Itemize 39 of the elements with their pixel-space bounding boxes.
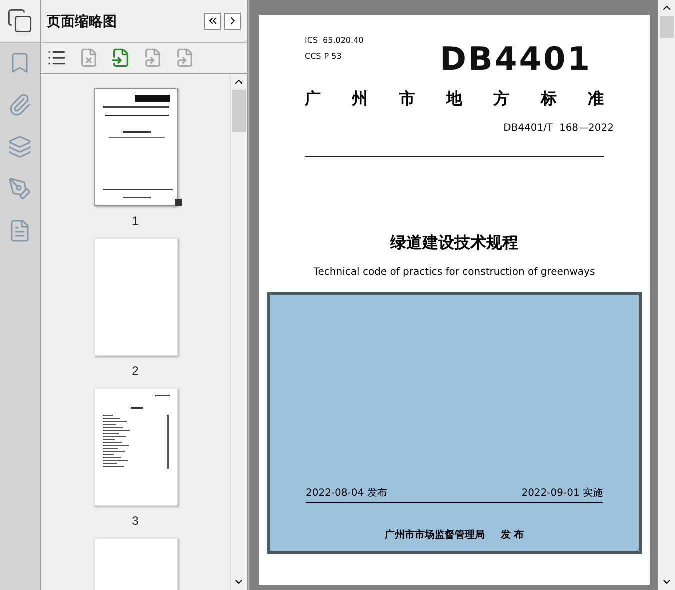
panel-title: 页面缩略图 xyxy=(47,12,118,30)
pen-icon[interactable] xyxy=(8,177,32,201)
issuer: 广州市市场监督管理局 xyxy=(384,528,485,543)
paperclip-icon[interactable] xyxy=(8,93,32,117)
collapse-button[interactable] xyxy=(204,12,221,30)
issuer-action: 发 布 xyxy=(500,528,524,543)
standard-type-character: 州 xyxy=(352,88,368,110)
extract-page-icon[interactable] xyxy=(175,48,195,68)
page-number: 2 xyxy=(132,363,139,380)
pages-icon[interactable] xyxy=(7,8,33,34)
standard-logo: DB4401 xyxy=(440,43,592,75)
scrollbar[interactable] xyxy=(230,74,247,590)
english-title: Technical code of practics for construction of greenways xyxy=(314,266,596,280)
page-number: 1 xyxy=(132,213,139,230)
standard-type-character: 标 xyxy=(540,88,557,110)
standard-type-character: 准 xyxy=(588,88,604,110)
scroll-thumb[interactable] xyxy=(232,90,246,132)
page-thumbnail[interactable] xyxy=(94,88,178,206)
replace-page-icon[interactable] xyxy=(143,48,163,68)
standard-type-character: 广 xyxy=(305,88,321,110)
standard-type-character: 方 xyxy=(494,88,510,110)
delete-page-icon[interactable] xyxy=(79,48,99,68)
scrollbar[interactable] xyxy=(658,0,675,590)
standard-number: DB4401/T 168—2022 xyxy=(504,122,614,136)
effective-date: 2022-09-01 实施 xyxy=(522,486,603,501)
document-title: 绿道建设技术规程 xyxy=(390,232,518,254)
publish-date: 2022-08-04 发布 xyxy=(306,487,388,501)
standard-type-character: 市 xyxy=(399,88,416,110)
page-number: 3 xyxy=(132,513,139,530)
scroll-thumb[interactable] xyxy=(660,16,674,38)
standard-type-character: 地 xyxy=(446,88,462,110)
insert-page-icon[interactable] xyxy=(111,48,131,68)
layers-icon[interactable] xyxy=(8,135,32,159)
ics-code: 65.020.40 xyxy=(323,35,364,47)
ccs-label: CCS xyxy=(305,51,322,63)
next-button[interactable] xyxy=(224,12,241,30)
ics-label: ICS xyxy=(305,35,318,47)
ccs-code: P 53 xyxy=(324,51,342,63)
double-chevron-left-icon xyxy=(206,15,218,27)
